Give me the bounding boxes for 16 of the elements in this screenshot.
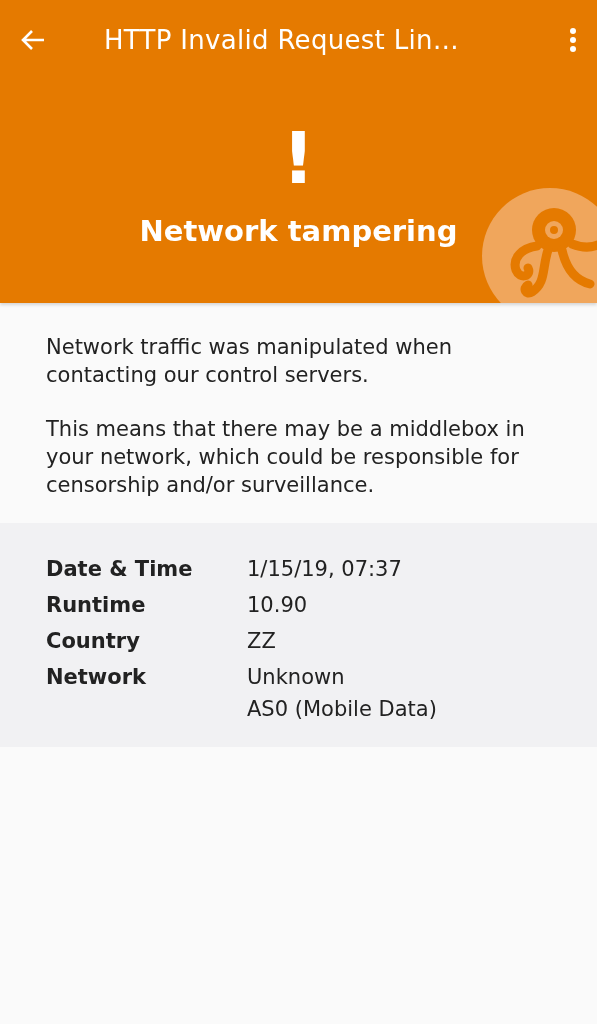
detail-value: 1/15/19, 07:37 <box>247 556 402 583</box>
detail-value: 10.90 <box>247 592 308 619</box>
detail-value: Unknown <box>247 664 346 691</box>
warning-mark: ! <box>282 122 315 194</box>
description-paragraph: Network traffic was manipulated when contacting our control servers. <box>46 334 453 389</box>
more-vertical-icon <box>569 27 577 53</box>
detail-value: ZZ <box>247 628 276 655</box>
detail-label: Date & Time <box>46 556 194 583</box>
screen-title: HTTP Invalid Request Lin… <box>104 25 461 55</box>
detail-label: Country <box>46 628 141 655</box>
detail-label: Runtime <box>46 592 147 619</box>
detail-value: AS0 (Mobile Data) <box>247 696 437 723</box>
description-paragraph: This means that there may be a middlebox in your network, which could be responsible for censorship and/or surveillance. <box>46 416 526 499</box>
back-arrow-icon <box>20 28 46 52</box>
detail-label: Network <box>46 664 147 691</box>
result-heading: Network tampering <box>139 214 458 248</box>
